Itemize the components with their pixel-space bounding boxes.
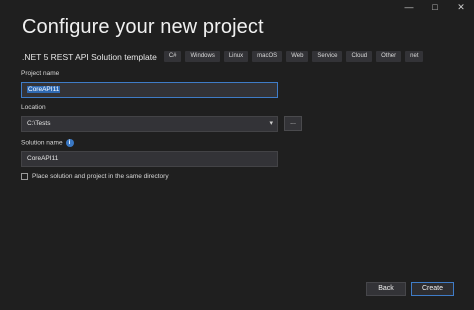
solution-name-input[interactable]: CoreAPI11: [21, 151, 278, 167]
location-value: C:\Tests: [27, 120, 51, 127]
create-button[interactable]: Create: [411, 282, 454, 296]
tag-linux: Linux: [223, 51, 249, 62]
template-name: .NET 5 REST API Solution template: [22, 51, 157, 62]
maximize-button[interactable]: □: [422, 0, 448, 14]
window-controls: — □ ✕: [396, 0, 474, 14]
page-title: Configure your new project: [22, 16, 264, 38]
browse-button[interactable]: ...: [284, 116, 302, 131]
solution-name-label: Solution name: [21, 139, 63, 147]
tag-web: Web: [286, 51, 309, 62]
close-button[interactable]: ✕: [448, 0, 474, 14]
info-icon[interactable]: i: [65, 139, 74, 147]
chevron-down-icon: ▾: [269, 120, 273, 127]
tag-other: Other: [376, 51, 402, 62]
solution-name-value: CoreAPI11: [27, 155, 59, 162]
minimize-button[interactable]: —: [396, 0, 422, 14]
tag-net: net: [405, 51, 424, 62]
project-name-input[interactable]: CoreAPI11: [21, 82, 278, 98]
tag-cloud: Cloud: [346, 51, 373, 62]
tag-csharp: C#: [163, 51, 182, 62]
location-label: Location: [21, 104, 46, 111]
back-button[interactable]: Back: [366, 282, 406, 296]
template-info: .NET 5 REST API Solution template C# Win…: [22, 51, 427, 62]
same-directory-label: Place solution and project in the same d…: [32, 173, 169, 180]
same-directory-option[interactable]: Place solution and project in the same d…: [21, 173, 169, 180]
tag-service: Service: [312, 51, 343, 62]
tag-macos: macOS: [252, 51, 283, 62]
location-dropdown[interactable]: C:\Tests ▾: [21, 116, 278, 132]
tag-windows: Windows: [185, 51, 220, 62]
solution-name-label-row: Solution name i: [21, 139, 74, 147]
same-directory-checkbox[interactable]: [21, 173, 28, 180]
project-name-label: Project name: [21, 70, 60, 77]
project-name-value: CoreAPI11: [27, 86, 61, 93]
